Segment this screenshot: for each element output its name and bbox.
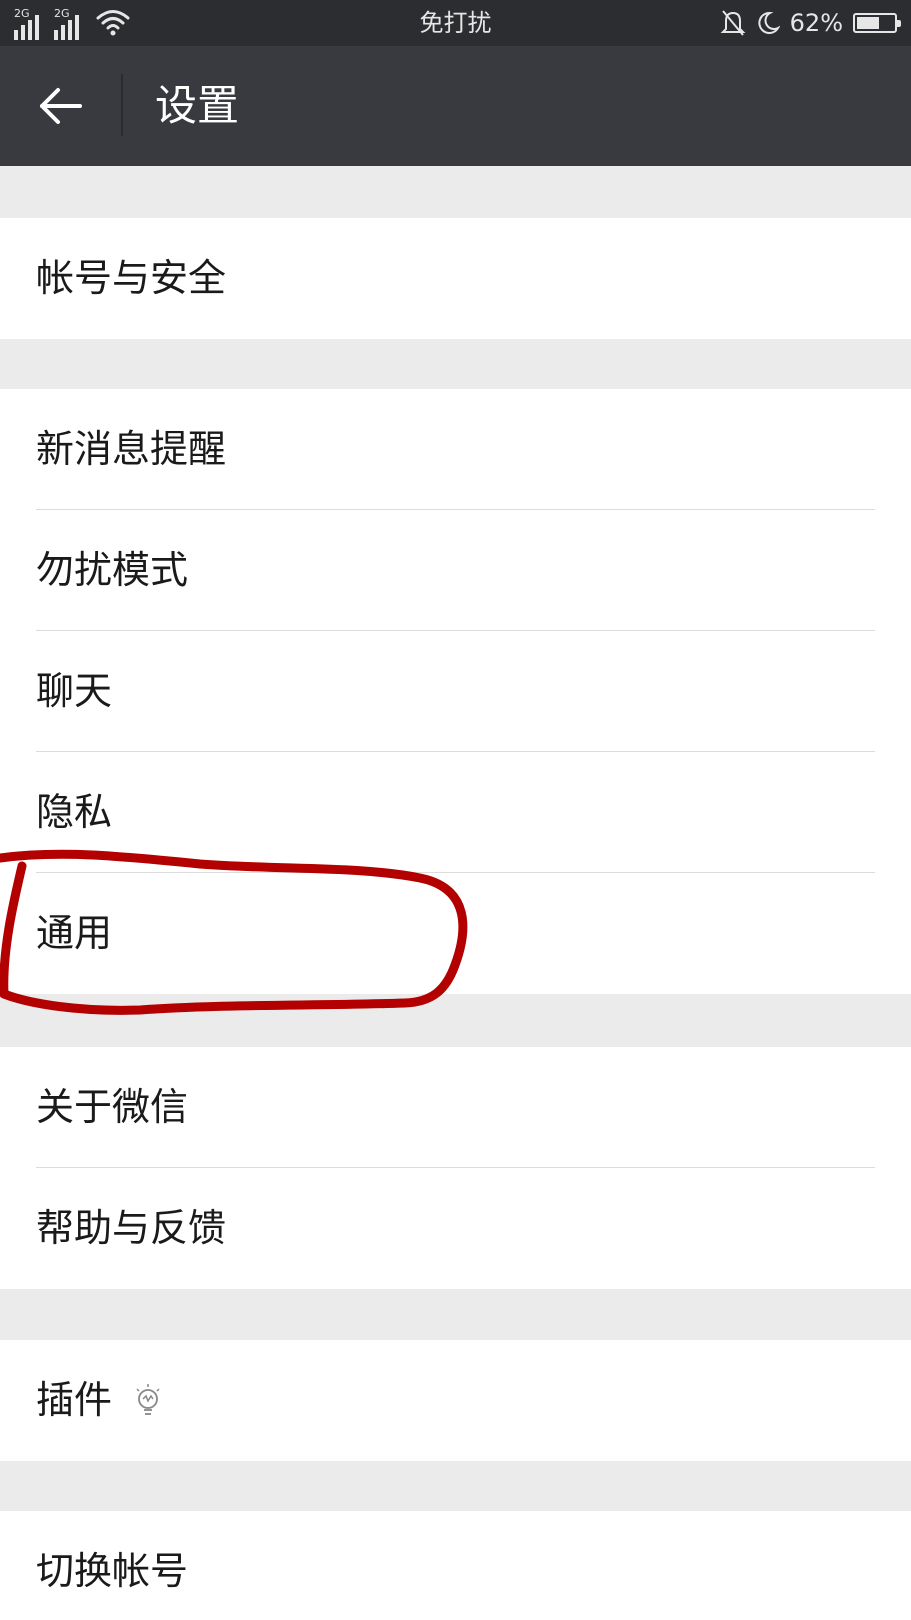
settings-group-plugins: 插件	[0, 1340, 911, 1461]
settings-item-label: 帮助与反馈	[36, 1206, 227, 1250]
settings-item-label: 隐私	[36, 790, 113, 834]
settings-item-about-wechat[interactable]: 关于微信	[0, 1047, 911, 1168]
settings-item-label: 新消息提醒	[36, 427, 227, 471]
settings-item-switch-account[interactable]: 切换帐号	[0, 1511, 911, 1620]
page-title: 设置	[155, 81, 240, 130]
settings-item-account-security[interactable]: 帐号与安全	[0, 218, 911, 339]
settings-group-main: 新消息提醒 勿扰模式 聊天 隐私 通用	[0, 389, 911, 994]
settings-item-label: 插件	[36, 1378, 113, 1422]
battery-percentage: 62%	[789, 9, 843, 37]
battery-icon	[853, 13, 901, 33]
settings-item-general[interactable]: 通用	[0, 873, 911, 994]
settings-item-help-feedback[interactable]: 帮助与反馈	[0, 1168, 911, 1289]
settings-item-label: 关于微信	[36, 1085, 189, 1129]
bell-muted-icon	[720, 10, 746, 36]
settings-item-label: 聊天	[36, 669, 113, 713]
settings-item-label: 切换帐号	[36, 1549, 189, 1593]
settings-item-privacy[interactable]: 隐私	[0, 752, 911, 873]
title-bar: 设置	[0, 46, 911, 166]
lightbulb-icon	[136, 1384, 160, 1415]
title-divider	[121, 74, 123, 136]
settings-item-label: 通用	[36, 911, 113, 955]
settings-item-label: 勿扰模式	[36, 548, 189, 592]
back-button[interactable]	[20, 66, 100, 146]
moon-icon	[758, 11, 780, 34]
settings-item-do-not-disturb[interactable]: 勿扰模式	[0, 510, 911, 631]
settings-group-account: 帐号与安全	[0, 218, 911, 339]
settings-group-switch-account: 切换帐号	[0, 1511, 911, 1620]
arrow-left-icon	[40, 88, 82, 124]
status-bar: 2G 2G 免打扰 62%	[0, 0, 911, 46]
settings-item-plugins[interactable]: 插件	[0, 1340, 911, 1461]
settings-item-label: 帐号与安全	[36, 256, 227, 300]
settings-group-about: 关于微信 帮助与反馈	[0, 1047, 911, 1289]
status-right-group: 62%	[720, 6, 901, 40]
settings-item-chat[interactable]: 聊天	[0, 631, 911, 752]
settings-item-new-message-notification[interactable]: 新消息提醒	[0, 389, 911, 510]
battery-level	[857, 17, 880, 29]
